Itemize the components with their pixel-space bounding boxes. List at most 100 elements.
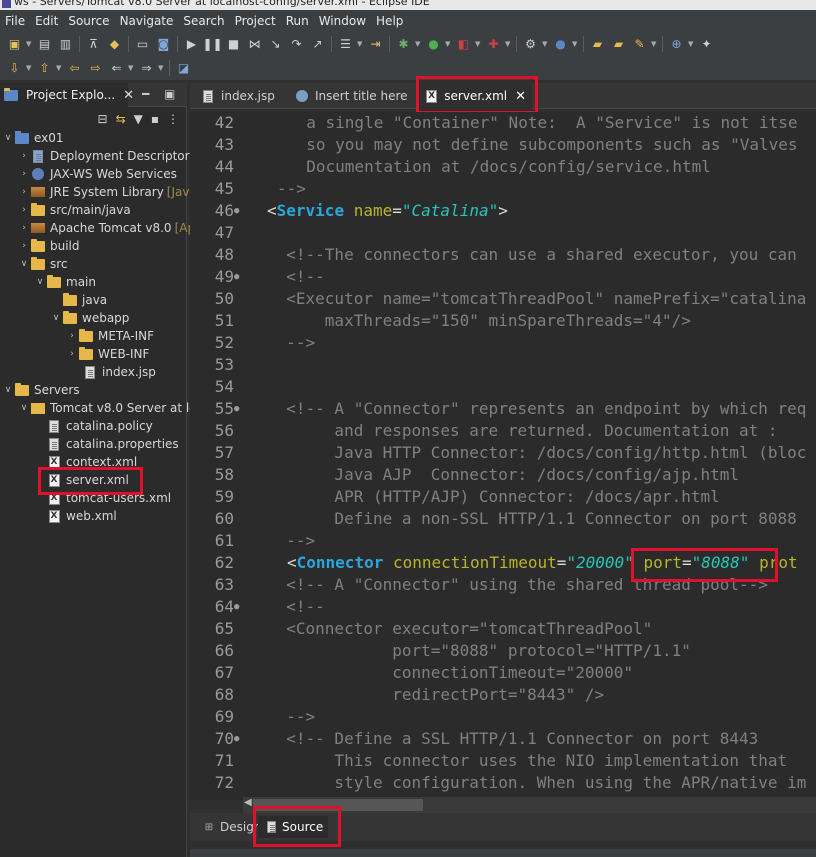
terminate-icon[interactable]: ■ [226, 37, 241, 51]
menu-edit[interactable]: Edit [34, 14, 67, 28]
minimize-icon[interactable]: ━ [142, 87, 149, 101]
code-line[interactable]: 46 ● <Service name="Catalina"> [190, 200, 816, 222]
web-browser-icon[interactable]: ⊕ [669, 37, 684, 51]
fold-marker-icon[interactable]: ● [234, 200, 244, 222]
search-dropdown-icon[interactable]: ▼ [651, 40, 658, 48]
chevron-down-icon[interactable]: ∨ [2, 385, 14, 395]
menu-search[interactable]: Search [182, 14, 233, 28]
fold-marker-icon[interactable]: ● [234, 398, 244, 420]
step-return-icon[interactable]: ↗ [310, 37, 325, 51]
tree-item-jre[interactable]: › JRE System Library [Java [18, 183, 197, 201]
tree-item-catalina-policy[interactable]: catalina.policy [46, 417, 153, 435]
save-all-icon[interactable]: ▥ [58, 37, 73, 51]
new-class-dropdown-icon[interactable]: ▼ [572, 40, 579, 48]
tree-item-ex01[interactable]: ∨ ex01 [2, 129, 64, 147]
suspend-icon[interactable]: ❚❚ [202, 37, 222, 51]
new-dropdown-icon[interactable]: ▼ [26, 40, 33, 48]
code-line[interactable]: 64 ● <!-- [190, 596, 816, 618]
tree-item-deployment-descriptor[interactable]: › Deployment Descriptor: [18, 147, 193, 165]
tree-item-src[interactable]: ∨ src [18, 255, 68, 273]
pin-editor-icon[interactable]: ◪ [176, 61, 191, 75]
external-tools-icon[interactable]: ✚ [486, 37, 501, 51]
menu-navigate[interactable]: Navigate [119, 14, 183, 28]
tab-insert-title[interactable]: Insert title here [288, 83, 414, 109]
code-line[interactable]: 68 redirectPort="8443" /> [190, 684, 816, 706]
code-line[interactable]: 47 [190, 222, 816, 244]
tree-item-jaxws[interactable]: › JAX-WS Web Services [18, 165, 177, 183]
terminal-icon[interactable]: ◙ [156, 37, 171, 51]
menu-file[interactable]: File [4, 14, 34, 28]
code-line[interactable]: 57 Java HTTP Connector: /docs/config/htt… [190, 442, 816, 464]
scroll-left-icon[interactable]: ◀ [244, 797, 252, 808]
fold-marker-icon[interactable]: ● [234, 266, 244, 288]
filter-icon[interactable]: ▼ [134, 112, 143, 126]
code-line[interactable]: 45 --> [190, 178, 816, 200]
code-line[interactable]: 65 <Connector executor="tomcatThreadPool… [190, 618, 816, 640]
tree-item-tomcat-server[interactable]: ∨ Tomcat v8.0 Server at lo [18, 399, 197, 417]
menu-window[interactable]: Window [318, 14, 375, 28]
code-line[interactable]: 53 [190, 354, 816, 376]
next-annotation-icon[interactable]: ⇩ [7, 61, 22, 75]
previous-annotation-icon[interactable]: ⇧ [37, 61, 52, 75]
code-line[interactable]: 54 [190, 376, 816, 398]
code-line[interactable]: 69 --> [190, 706, 816, 728]
step-over-icon[interactable]: ↷ [289, 37, 304, 51]
tree-item-catalina-properties[interactable]: catalina.properties [46, 435, 179, 453]
code-line[interactable]: 52 --> [190, 332, 816, 354]
source-code-view[interactable]: 42 a single "Container" Note: A "Service… [190, 112, 816, 800]
code-line[interactable]: 58 Java AJP Connector: /docs/config/ajp.… [190, 464, 816, 486]
menu-help[interactable]: Help [375, 14, 412, 28]
tree-item-tomcat-runtime[interactable]: › Apache Tomcat v8.0 [Ap [18, 219, 195, 237]
save-icon[interactable]: ▤ [37, 37, 52, 51]
fold-marker-icon[interactable]: ● [234, 728, 244, 750]
back-dropdown-icon[interactable]: ▼ [128, 64, 135, 72]
link-with-editor-icon[interactable]: ⇆ [116, 112, 126, 126]
back-arrow-icon[interactable]: ⇐ [109, 61, 124, 75]
run-icon[interactable]: ● [426, 37, 441, 51]
code-line[interactable]: 67 connectionTimeout="20000" [190, 662, 816, 684]
tree-item-java[interactable]: java [62, 291, 107, 309]
resume-icon[interactable]: ▶ [184, 37, 199, 51]
chevron-down-icon[interactable]: ∨ [18, 403, 30, 413]
code-line[interactable]: 60 Define a non-SSL HTTP/1.1 Connector o… [190, 508, 816, 530]
browser-dropdown-icon[interactable]: ▼ [688, 40, 695, 48]
open-console-icon[interactable]: ☰ [338, 37, 353, 51]
chevron-right-icon[interactable]: › [18, 151, 30, 161]
close-icon[interactable]: ✕ [123, 88, 134, 103]
chevron-right-icon[interactable]: › [18, 169, 30, 179]
external-tools-dropdown-icon[interactable]: ▼ [505, 40, 512, 48]
forward-arrow-icon[interactable]: ⇒ [139, 61, 154, 75]
chevron-right-icon[interactable]: › [18, 205, 30, 215]
focus-icon[interactable]: ▪ [151, 112, 159, 126]
disconnect-icon[interactable]: ⋈ [247, 37, 262, 51]
chevron-down-icon[interactable]: ∨ [34, 277, 46, 287]
menu-source[interactable]: Source [67, 14, 118, 28]
code-line[interactable]: 59 APR (HTTP/AJP) Connector: /docs/apr.h… [190, 486, 816, 508]
code-line[interactable]: 55 ● <!-- A "Connector" represents an end… [190, 398, 816, 420]
tree-item-index-jsp[interactable]: index.jsp [82, 363, 156, 381]
previous-annotation-dropdown-icon[interactable]: ▼ [56, 64, 63, 72]
chevron-right-icon[interactable]: › [18, 223, 30, 233]
chevron-down-icon[interactable]: ∨ [2, 133, 14, 143]
code-line[interactable]: 66 port="8088" protocol="HTTP/1.1" [190, 640, 816, 662]
view-menu-icon[interactable]: ⋮ [167, 112, 179, 126]
code-line[interactable]: 42 a single "Container" Note: A "Service… [190, 112, 816, 134]
tree-item-webapp[interactable]: ∨ webapp [50, 309, 129, 327]
build-icon[interactable]: ◆ [107, 37, 122, 51]
new-server-icon[interactable]: ⚙ [523, 37, 538, 51]
chevron-right-icon[interactable]: › [66, 349, 78, 359]
code-line[interactable]: 44 Documentation at /docs/config/service… [190, 156, 816, 178]
console-dropdown-icon[interactable]: ▼ [357, 40, 364, 48]
tree-item-src-main-java[interactable]: › src/main/java [18, 201, 131, 219]
chevron-down-icon[interactable]: ∨ [50, 313, 62, 323]
tree-item-servers[interactable]: ∨ Servers [2, 381, 80, 399]
chevron-right-icon[interactable]: › [18, 187, 30, 197]
debug-dropdown-icon[interactable]: ▼ [415, 40, 422, 48]
back-icon[interactable]: ⇨ [88, 61, 103, 75]
debug-icon[interactable]: ✱ [396, 37, 411, 51]
chevron-right-icon[interactable]: › [18, 241, 30, 251]
tab-index-jsp[interactable]: index.jsp [194, 83, 281, 109]
chevron-right-icon[interactable]: › [66, 331, 78, 341]
next-annotation-dropdown-icon[interactable]: ▼ [26, 64, 33, 72]
open-task-icon[interactable]: ▰ [611, 37, 626, 51]
